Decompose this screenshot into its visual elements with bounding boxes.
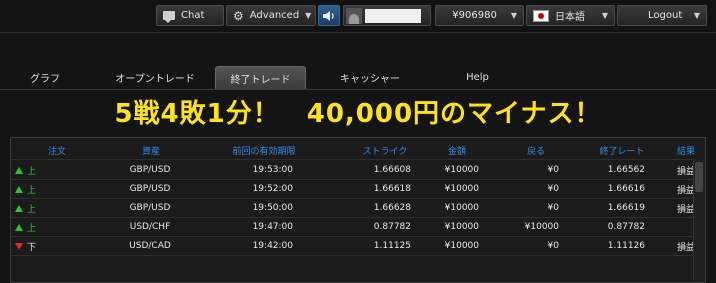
strike-cell: 0.87782 xyxy=(373,222,411,232)
top-toolbar: Chat ⚙ Advanced ▼ ¥906980 ▼ 日本語 ▼ Logout… xyxy=(0,0,716,33)
mode-label: Advanced xyxy=(249,10,300,21)
asset-cell: GBP/USD xyxy=(129,203,171,213)
avatar xyxy=(346,7,362,24)
column-header-asset[interactable]: 資産 xyxy=(131,141,171,159)
tab-help[interactable]: Help xyxy=(455,66,500,89)
column-header-amount[interactable]: 金額 xyxy=(437,141,477,159)
balance-dropdown[interactable]: ¥906980 ▼ xyxy=(435,5,524,26)
gear-icon: ⚙ xyxy=(233,8,244,23)
logout-button[interactable]: Logout ▼ xyxy=(617,5,707,26)
strike-cell: 1.11125 xyxy=(373,241,411,251)
amount-cell: ¥10000 xyxy=(444,165,479,175)
logout-label: Logout xyxy=(648,10,683,21)
order-direction-cell: 上 xyxy=(15,218,61,236)
arrow-up-icon xyxy=(15,223,23,231)
column-header-result[interactable]: 結果 xyxy=(671,141,701,159)
strike-cell: 1.66618 xyxy=(373,184,411,194)
order-direction-cell: 下 xyxy=(15,237,61,255)
japan-flag-icon xyxy=(533,9,549,22)
table-row[interactable]: 上 GBP/USD 19:52:00 1.66618 ¥10000 ¥0 1.66616 損益 xyxy=(11,180,695,198)
speaker-icon xyxy=(323,10,334,21)
direction-label: 上 xyxy=(27,166,37,177)
tab-chart[interactable]: グラフ xyxy=(20,66,70,89)
direction-label: 下 xyxy=(27,242,37,253)
column-header-close-rate[interactable]: 終了レート xyxy=(589,141,655,159)
closed-trades-table: 注文 資産 前回の有効期限 ストライク 金額 戻る 終了レート 結果 上 GBP/… xyxy=(10,137,706,283)
arrow-up-icon xyxy=(15,185,23,193)
expiry-cell: 19:50:00 xyxy=(252,203,293,213)
close-rate-cell: 1.11126 xyxy=(607,241,645,251)
chevron-down-icon: ▼ xyxy=(510,11,517,20)
balance-value: ¥906980 xyxy=(452,10,497,21)
table-row[interactable]: 上 GBP/USD 19:50:00 1.66628 ¥10000 ¥0 1.66619 損益 xyxy=(11,199,695,217)
scrollbar-thumb[interactable] xyxy=(695,162,703,192)
headline-caption: 5戦4敗1分！ 40,000円のマイナス！ xyxy=(114,98,602,129)
amount-cell: ¥10000 xyxy=(444,203,479,213)
order-direction-cell: 上 xyxy=(15,199,61,217)
amount-cell: ¥10000 xyxy=(444,184,479,194)
return-cell: ¥0 xyxy=(547,165,559,175)
tab-cashier[interactable]: キャッシャー xyxy=(330,66,410,89)
close-rate-cell: 0.87782 xyxy=(607,222,645,232)
asset-cell: USD/CHF xyxy=(129,222,171,232)
arrow-up-icon xyxy=(15,166,23,174)
close-rate-cell: 1.66619 xyxy=(607,203,645,213)
user-account-field[interactable] xyxy=(343,5,431,26)
close-rate-cell: 1.66616 xyxy=(607,184,645,194)
strike-cell: 1.66628 xyxy=(373,203,411,213)
return-cell: ¥0 xyxy=(547,203,559,213)
arrow-down-icon xyxy=(15,242,23,250)
row-divider xyxy=(11,255,694,256)
return-cell: ¥0 xyxy=(547,184,559,194)
chat-icon xyxy=(163,11,175,23)
header-divider xyxy=(11,159,694,160)
language-label: 日本語 xyxy=(555,12,585,23)
column-header-expiry[interactable]: 前回の有効期限 xyxy=(209,141,319,159)
table-row[interactable]: 下 USD/CAD 19:42:00 1.11125 ¥10000 ¥0 1.11126 損益 xyxy=(11,237,695,255)
order-direction-cell: 上 xyxy=(15,180,61,198)
language-dropdown[interactable]: 日本語 ▼ xyxy=(526,5,615,26)
strike-cell: 1.66608 xyxy=(373,165,411,175)
direction-label: 上 xyxy=(27,223,37,234)
username-redacted-field xyxy=(365,8,421,23)
mode-dropdown[interactable]: ⚙ Advanced ▼ xyxy=(226,5,316,26)
chat-label: Chat xyxy=(181,10,205,21)
order-direction-cell: 上 xyxy=(15,161,61,179)
return-cell: ¥10000 xyxy=(524,222,559,232)
column-header-order[interactable]: 注文 xyxy=(39,141,75,159)
amount-cell: ¥10000 xyxy=(444,222,479,232)
chevron-down-icon: ▼ xyxy=(693,11,700,20)
asset-cell: USD/CAD xyxy=(129,241,171,251)
chevron-down-icon: ▼ xyxy=(305,11,312,20)
column-header-strike[interactable]: ストライク xyxy=(353,141,417,159)
chevron-down-icon: ▼ xyxy=(601,11,608,20)
column-header-return[interactable]: 戻る xyxy=(521,141,551,159)
asset-cell: GBP/USD xyxy=(129,165,171,175)
expiry-cell: 19:53:00 xyxy=(252,165,293,175)
return-cell: ¥0 xyxy=(547,241,559,251)
amount-cell: ¥10000 xyxy=(444,241,479,251)
asset-cell: GBP/USD xyxy=(129,184,171,194)
table-row[interactable]: 上 GBP/USD 19:53:00 1.66608 ¥10000 ¥0 1.66562 損益 xyxy=(11,161,695,179)
close-rate-cell: 1.66562 xyxy=(607,165,645,175)
main-tabs: グラフ オープントレード 終了トレード キャッシャー Help xyxy=(0,64,716,90)
scrollbar[interactable] xyxy=(693,160,704,281)
expiry-cell: 19:42:00 xyxy=(252,241,293,251)
expiry-cell: 19:52:00 xyxy=(252,184,293,194)
expiry-cell: 19:47:00 xyxy=(252,222,293,232)
tab-open-trades[interactable]: オープントレード xyxy=(105,66,205,89)
table-row[interactable]: 上 USD/CHF 19:47:00 0.87782 ¥10000 ¥10000 0.877… xyxy=(11,218,694,236)
direction-label: 上 xyxy=(27,204,37,215)
sound-toggle-button[interactable] xyxy=(318,5,340,26)
tab-closed-trades[interactable]: 終了トレード xyxy=(215,66,306,89)
arrow-up-icon xyxy=(15,204,23,212)
direction-label: 上 xyxy=(27,185,37,196)
chat-button[interactable]: Chat xyxy=(156,5,224,26)
